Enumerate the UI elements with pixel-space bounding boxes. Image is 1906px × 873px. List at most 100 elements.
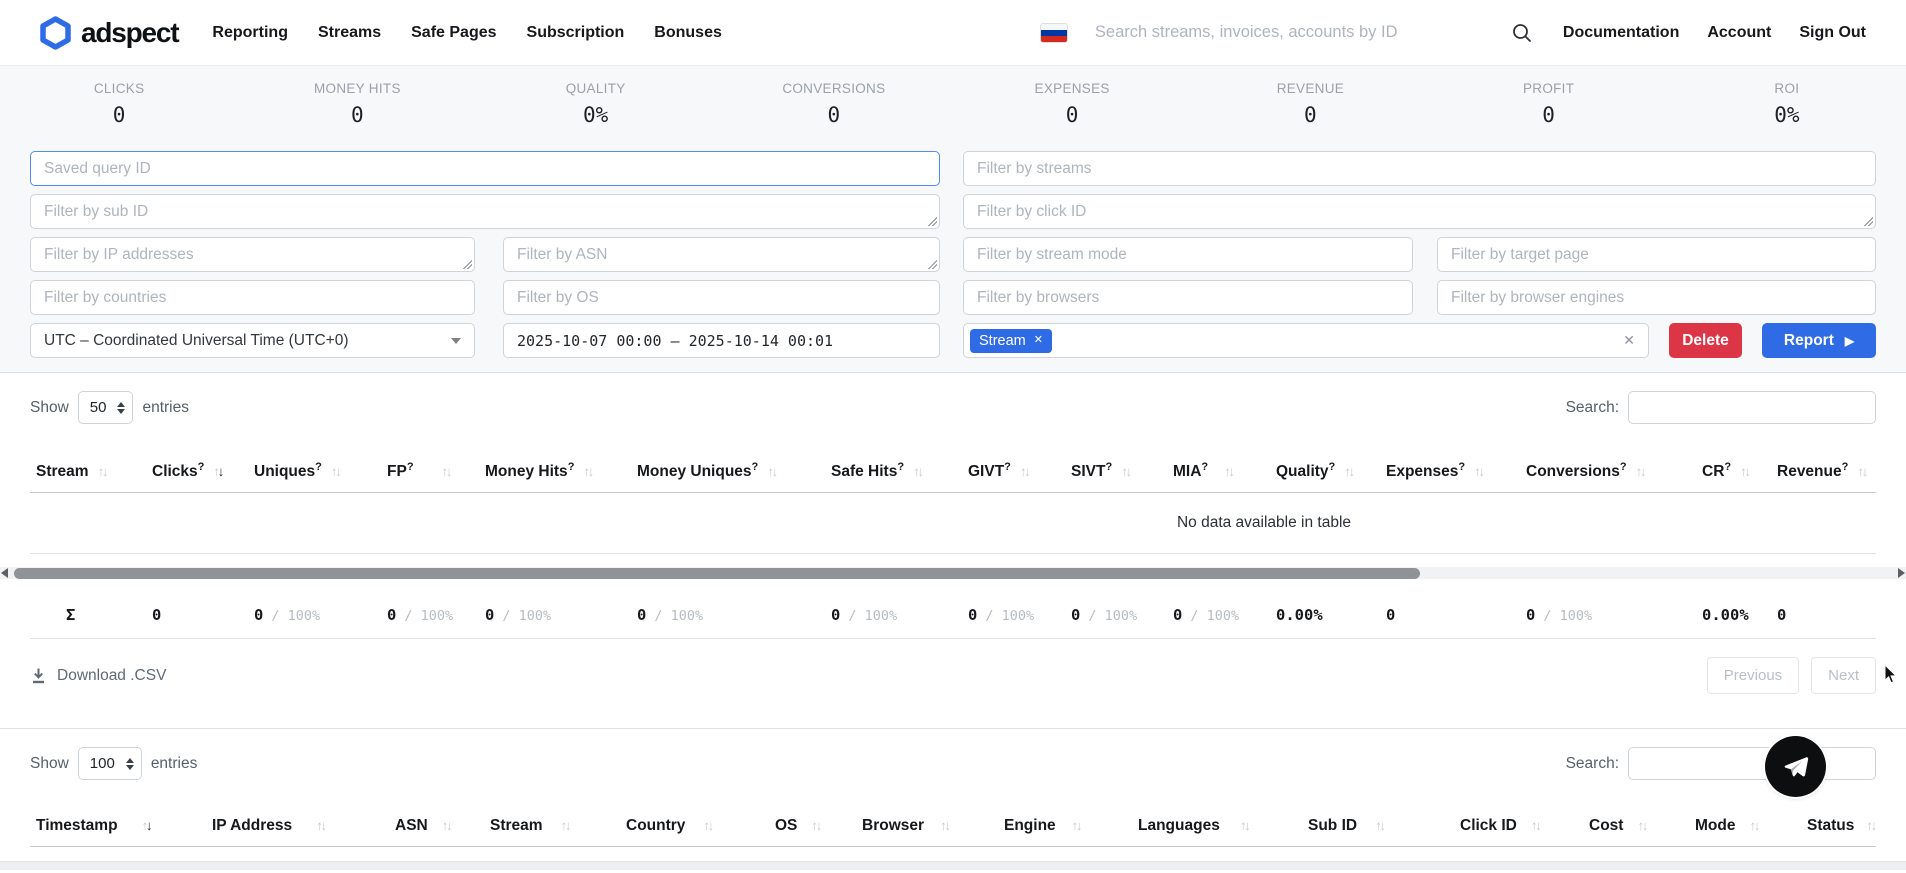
column-header-givt[interactable]: GIVT?↑↓ [962,450,1065,493]
stat-label: QUALITY [477,81,715,96]
summary-expenses: 0 [1380,592,1520,639]
column-header-money-uniques[interactable]: Money Uniques?↑↓ [631,450,825,493]
nav-right: Documentation Account Sign Out [1563,24,1866,42]
column-header-expenses[interactable]: Expenses?↑↓ [1380,450,1520,493]
scroll-left-arrow-icon[interactable] [1,568,8,578]
report-button[interactable]: Report ▶ [1762,323,1876,358]
column-header-stream[interactable]: Stream↑↓ [30,450,146,493]
stat-money-hits: MONEY HITS 0 [238,81,476,127]
column-header-timestamp[interactable]: Timestamp↑↓ [30,806,206,847]
stat-label: CLICKS [0,81,238,96]
column-header-country[interactable]: Country↑↓ [620,806,769,847]
filter-asn-input[interactable] [503,237,940,272]
entries-per-page-select[interactable]: 100 [78,747,142,780]
sort-icon: ↑↓ [561,818,570,833]
column-header-fp[interactable]: FP?↑↓ [381,450,479,493]
column-header-click-id[interactable]: Click ID↑↓ [1454,806,1583,847]
stat-label: EXPENSES [953,81,1191,96]
column-header-sub-id[interactable]: Sub ID↑↓ [1302,806,1454,847]
horizontal-scrollbar[interactable] [0,567,1906,579]
nav-item-sign-out[interactable]: Sign Out [1799,24,1866,42]
column-header-mia[interactable]: MIA?↑↓ [1167,450,1270,493]
column-header-cr[interactable]: CR?↑↓ [1696,450,1771,493]
column-header-status[interactable]: Status↑↓ [1801,806,1876,847]
timezone-select[interactable]: UTC – Coordinated Universal Time (UTC+0) [30,323,475,358]
adspect-logo[interactable]: adspect [40,16,178,50]
column-header-safe-hits[interactable]: Safe Hits?↑↓ [825,450,962,493]
sort-icon: ↑↓ [767,464,776,479]
column-header-quality[interactable]: Quality?↑↓ [1270,450,1380,493]
clicks-table-scrollbar-track[interactable] [0,861,1906,870]
date-range-input[interactable] [503,323,940,358]
language-flag-russian[interactable] [1041,24,1067,42]
show-label: Show [30,399,69,417]
column-header-ip-address[interactable]: IP Address↑↓ [206,806,389,847]
filter-target-page-input[interactable] [1437,237,1876,272]
column-header-conversions[interactable]: Conversions?↑↓ [1520,450,1696,493]
column-header-asn[interactable]: ASN↑↓ [389,806,484,847]
clear-all-icon[interactable]: ✕ [1623,332,1635,349]
summary-mia: 0/ 100% [1167,592,1270,639]
delete-button[interactable]: Delete [1669,323,1742,358]
report-table-header-row: Stream↑↓ Clicks?↑↓ Uniques?↑↓ FP?↑↓ Mone… [30,450,1876,493]
column-header-clicks[interactable]: Clicks?↑↓ [146,450,248,493]
scroll-right-arrow-icon[interactable] [1898,568,1905,578]
sort-icon: ↑↓ [316,818,325,833]
filter-sub-id-input[interactable] [30,194,940,229]
filter-click-id-input[interactable] [963,194,1876,229]
entries-value: 100 [90,755,115,772]
scrollbar-thumb[interactable] [14,568,1420,579]
filter-countries-input[interactable] [30,280,475,315]
filter-os-input[interactable] [503,280,940,315]
column-header-revenue[interactable]: Revenue?↑↓ [1771,450,1876,493]
stat-value: 0% [477,103,715,127]
column-header-mode[interactable]: Mode↑↓ [1689,806,1801,847]
nav-item-reporting[interactable]: Reporting [212,24,288,42]
nav-item-streams[interactable]: Streams [318,24,381,42]
column-header-languages[interactable]: Languages↑↓ [1132,806,1302,847]
column-header-stream[interactable]: Stream↑↓ [484,806,620,847]
main-nav: Reporting Streams Safe Pages Subscriptio… [212,24,721,42]
column-header-cost[interactable]: Cost↑↓ [1583,806,1689,847]
filter-ip-input[interactable] [30,237,475,272]
empty-table-row: No data available in table [30,493,1876,554]
column-header-sivt[interactable]: SIVT?↑↓ [1065,450,1167,493]
clicks-table-search-input[interactable] [1628,747,1876,780]
group-by-tag-stream[interactable]: Stream ✕ [970,329,1052,353]
filters-panel: UTC – Coordinated Universal Time (UTC+0)… [0,143,1906,373]
filter-browsers-input[interactable] [963,280,1413,315]
column-header-money-hits[interactable]: Money Hits?↑↓ [479,450,631,493]
filter-streams-input[interactable] [963,151,1876,186]
global-search-input[interactable] [1093,22,1501,43]
report-table-search-input[interactable] [1628,391,1876,424]
filter-browser-engines-input[interactable] [1437,280,1876,315]
saved-query-input[interactable] [30,151,940,186]
summary-fp: 0/ 100% [381,592,479,639]
telegram-button[interactable] [1765,736,1826,797]
column-header-engine[interactable]: Engine↑↓ [998,806,1132,847]
sort-icon: ↑↓ [442,818,451,833]
sort-icon: ↑↓ [1224,464,1233,479]
group-by-multiselect[interactable]: Stream ✕ ✕ [963,323,1649,358]
stat-expenses: EXPENSES 0 [953,81,1191,127]
nav-item-documentation[interactable]: Documentation [1563,24,1679,42]
reporting-page: adspect Reporting Streams Safe Pages Sub… [0,0,1906,873]
column-header-os[interactable]: OS↑↓ [769,806,856,847]
column-header-uniques[interactable]: Uniques?↑↓ [248,450,381,493]
nav-item-account[interactable]: Account [1707,24,1771,42]
stat-revenue: REVENUE 0 [1191,81,1429,127]
previous-page-button[interactable]: Previous [1707,657,1799,694]
next-page-button[interactable]: Next [1811,657,1876,694]
sort-icon: ↑↓ [331,464,340,479]
download-csv-button[interactable]: Download .CSV [30,667,166,685]
nav-item-bonuses[interactable]: Bonuses [654,24,722,42]
search-icon[interactable] [1511,22,1533,44]
column-header-browser[interactable]: Browser↑↓ [856,806,998,847]
nav-item-subscription[interactable]: Subscription [527,24,625,42]
entries-per-page-select[interactable]: 50 [78,391,134,424]
nav-item-safe-pages[interactable]: Safe Pages [411,24,496,42]
filter-stream-mode-input[interactable] [963,237,1413,272]
report-table-controls: Show 50 entries Search: [0,373,1906,424]
tag-remove-icon[interactable]: ✕ [1034,335,1043,346]
clicks-table-header-row: Timestamp↑↓ IP Address↑↓ ASN↑↓ Stream↑↓ … [30,806,1876,847]
